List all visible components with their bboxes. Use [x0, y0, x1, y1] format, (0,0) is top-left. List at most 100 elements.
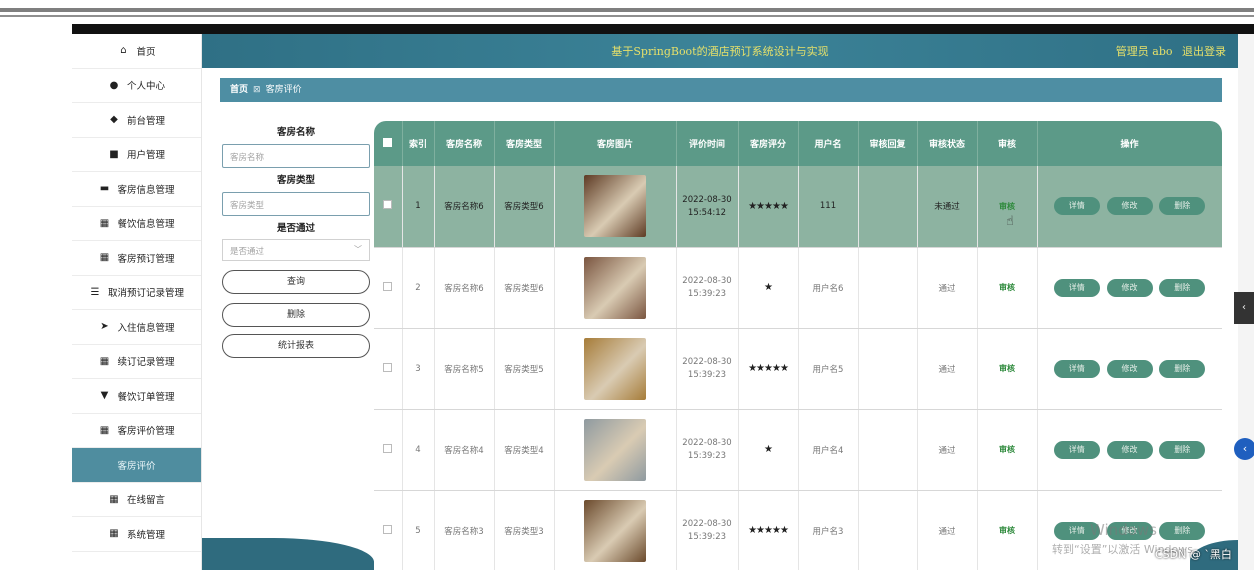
audit-link[interactable]: 审核	[999, 364, 1015, 373]
user-icon: ●	[109, 79, 119, 91]
audit-link[interactable]: 审核	[999, 202, 1015, 211]
delete-row-button[interactable]: 删除	[1159, 197, 1206, 216]
column-header: 客房类型	[494, 121, 555, 166]
cell-actions: 详情 修改 删除	[1037, 328, 1222, 410]
sidebar-item-0[interactable]: ⌂ 首页	[72, 34, 201, 69]
user-area: 管理员 abo 退出登录	[1110, 43, 1226, 59]
sidebar-item-10[interactable]: ▼ 餐饮订单管理	[72, 379, 201, 414]
sidebar-item-12[interactable]: 客房评价	[72, 448, 201, 483]
edit-button[interactable]: 修改	[1106, 359, 1153, 378]
audit-link[interactable]: 审核	[999, 526, 1015, 535]
edit-button[interactable]: 修改	[1106, 197, 1153, 216]
room-photo[interactable]	[584, 256, 646, 319]
sidebar-item-1[interactable]: ● 个人中心	[72, 69, 201, 103]
home-icon: ⌂	[120, 45, 127, 57]
sidebar-item-6[interactable]: ▦ 客房预订管理	[72, 241, 201, 276]
sidebar-item-11[interactable]: ▦ 客房评价管理	[72, 414, 201, 448]
sidebar-item-8[interactable]: ➤ 入住信息管理	[72, 310, 201, 345]
delete-button[interactable]: 删除	[222, 303, 370, 327]
cell-index: 2	[402, 247, 435, 329]
room-photo[interactable]	[584, 337, 646, 400]
edit-button[interactable]: 修改	[1106, 440, 1153, 459]
delete-row-button[interactable]: 删除	[1159, 521, 1206, 540]
room-name-input[interactable]: 客房名称	[222, 144, 370, 168]
sidebar-item-2[interactable]: ◆ 前台管理	[72, 103, 201, 138]
room-photo[interactable]	[584, 418, 646, 481]
cell-room-photo	[554, 409, 677, 491]
pass-select[interactable]: 是否通过 ﹀	[222, 239, 370, 261]
delete-row-button[interactable]: 删除	[1159, 359, 1206, 378]
row-checkbox[interactable]	[374, 166, 403, 248]
cell-audit-status: 通过	[917, 328, 978, 410]
review-date: 2022-08-30	[682, 276, 732, 286]
cell-audit-reply	[858, 166, 918, 248]
room-photo[interactable]	[584, 175, 646, 238]
sidebar: ⌂ 首页 ● 个人中心 ◆ 前台管理 ■ 用户管理 ▬ 客房信息管理 ▦ 餐饮信息管理 ▦ 客房预订管理 ☰…	[72, 34, 202, 570]
cell-username: 用户名6	[798, 247, 859, 329]
select-all-checkbox[interactable]	[374, 121, 403, 166]
delete-row-button[interactable]: 删除	[1159, 278, 1206, 297]
row-checkbox[interactable]	[374, 328, 403, 410]
sidebar-item-5[interactable]: ▦ 餐饮信息管理	[72, 207, 201, 241]
cell-room-name: 客房名称6	[434, 247, 495, 329]
breadcrumb-home[interactable]: 首页	[230, 85, 248, 95]
detail-button[interactable]: 详情	[1053, 440, 1100, 459]
room-photo[interactable]	[584, 499, 646, 562]
pin-icon: ◆	[110, 114, 118, 126]
csdn-watermark: CSDN @ `黑白	[1155, 548, 1232, 561]
delete-row-button[interactable]: 删除	[1159, 440, 1206, 459]
footer-wave	[202, 538, 374, 570]
sidebar-item-9[interactable]: ▦ 续订记录管理	[72, 345, 201, 379]
sidebar-item-7[interactable]: ☰ 取消预订记录管理	[72, 276, 201, 310]
table-row[interactable]: 2 客房名称6 客房类型6 2022-08-30 15:39:23 ★ 用户名6 …	[374, 247, 1222, 329]
search-panel: 客房名称 客房名称 客房类型 客房类型 是否通过 是否通过 ﹀ 查询 删除 统计…	[222, 126, 370, 358]
audit-link[interactable]: 审核	[999, 283, 1015, 292]
grid-icon: ▦	[99, 424, 110, 436]
report-button[interactable]: 统计报表	[222, 334, 370, 358]
review-date: 2022-08-30	[682, 438, 732, 448]
sidebar-item-3[interactable]: ■ 用户管理	[72, 138, 201, 172]
pass-select-value: 是否通过	[230, 247, 265, 257]
cell-room-photo	[554, 490, 677, 570]
chevron-down-icon: ﹀	[354, 245, 362, 254]
detail-button[interactable]: 详情	[1053, 278, 1100, 297]
sidebar-item-14[interactable]: ▦ 系统管理	[72, 517, 201, 552]
cell-audit: 审核	[977, 328, 1038, 410]
query-button[interactable]: 查询	[222, 270, 370, 294]
table-row[interactable]: 4 客房名称4 客房类型4 2022-08-30 15:39:23 ★ 用户名4 …	[374, 409, 1222, 491]
cell-username: 用户名3	[798, 490, 859, 570]
grid-icon: ▦	[109, 528, 119, 540]
sidebar-item-13[interactable]: ▦ 在线留言	[72, 483, 201, 517]
grid-icon: ▦	[109, 493, 119, 505]
row-checkbox[interactable]	[374, 247, 403, 329]
chevron-left-icon[interactable]: ‹	[1234, 438, 1254, 460]
shield-icon: ▼	[100, 390, 109, 402]
star-rating: ★	[764, 444, 773, 455]
sidebar-item-4[interactable]: ▬ 客房信息管理	[72, 172, 201, 207]
cell-room-photo	[554, 247, 677, 329]
detail-button[interactable]: 详情	[1053, 197, 1100, 216]
cell-audit-reply	[858, 409, 918, 491]
star-rating: ★★★★★	[748, 363, 789, 374]
column-header: 客房名称	[434, 121, 495, 166]
cell-rating: ★★★★★	[738, 490, 799, 570]
review-date: 2022-08-30	[682, 357, 732, 367]
table-row[interactable]: 1 客房名称6 客房类型6 2022-08-30 15:54:12 ★★★★★ 1…	[374, 166, 1222, 248]
review-time: 15:54:12	[687, 207, 727, 218]
logout-link[interactable]: 退出登录	[1182, 45, 1226, 58]
row-checkbox[interactable]	[374, 490, 403, 570]
collapse-handle[interactable]: ‹	[1234, 292, 1254, 324]
edit-button[interactable]: 修改	[1106, 278, 1153, 297]
row-checkbox[interactable]	[374, 409, 403, 491]
table-row[interactable]: 3 客房名称5 客房类型5 2022-08-30 15:39:23 ★★★★★ 用…	[374, 328, 1222, 410]
cell-room-type: 客房类型5	[494, 328, 555, 410]
sidebar-item-label: 用户管理	[126, 150, 165, 162]
column-header: 用户名	[798, 121, 859, 166]
detail-button[interactable]: 详情	[1053, 359, 1100, 378]
column-header: 审核	[977, 121, 1038, 166]
audit-link[interactable]: 审核	[999, 445, 1015, 454]
room-type-input[interactable]: 客房类型	[222, 192, 370, 216]
cell-username: 用户名5	[798, 328, 859, 410]
cell-review-time: 2022-08-30 15:39:23	[676, 247, 739, 329]
review-time: 15:39:23	[687, 532, 727, 542]
